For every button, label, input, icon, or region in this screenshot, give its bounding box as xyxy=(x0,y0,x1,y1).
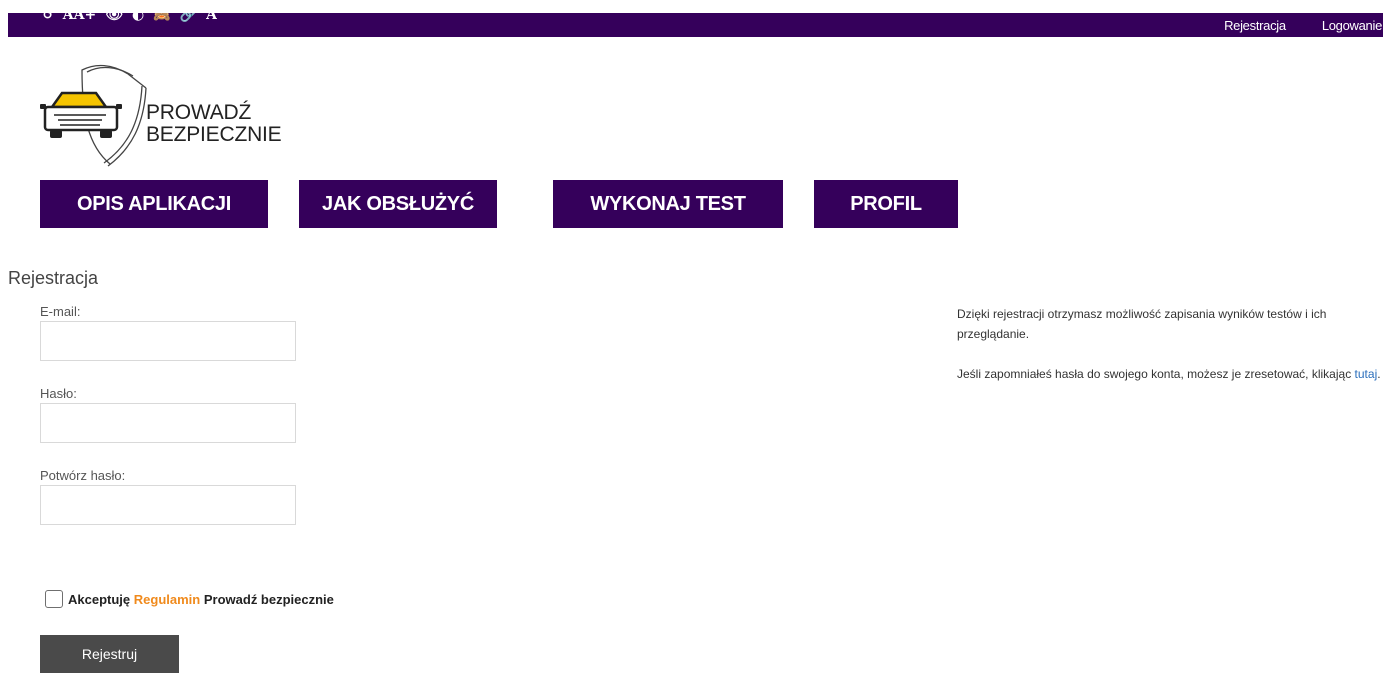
shield-car-icon xyxy=(40,64,147,167)
register-button[interactable]: Rejestruj xyxy=(40,635,179,673)
reset-suffix: . xyxy=(1377,367,1381,381)
accept-prefix: Akceptuję xyxy=(68,591,131,607)
nav-jak-obsluzyc[interactable]: JAK OBSŁUŻYĆ xyxy=(299,180,497,228)
reset-prefix: Jeśli zapomniałeś hasła do swojego konta… xyxy=(957,367,1352,381)
password-reset-text: Jeśli zapomniałeś hasła do swojego konta… xyxy=(957,364,1381,384)
confirm-password-label: Potwórz hasło: xyxy=(40,468,126,483)
register-link[interactable]: Rejestracja xyxy=(1224,18,1286,33)
top-bar: ↺ AA+ 👁 ◐ 🙈 🔗 A Rejestracja Logowanie xyxy=(8,13,1383,37)
account-links: Rejestracja Logowanie xyxy=(1224,13,1383,37)
email-field[interactable] xyxy=(40,321,296,361)
password-label: Hasło: xyxy=(40,386,77,401)
nav-wykonaj-test[interactable]: WYKONAJ TEST xyxy=(553,180,783,228)
registration-benefit-text: Dzięki rejestracji otrzymasz możliwość z… xyxy=(957,307,1327,341)
link-icon[interactable]: 🔗 xyxy=(180,13,197,24)
terms-acceptance: Akceptuję Regulamin Prowadź bezpiecznie xyxy=(45,590,334,608)
confirm-password-field[interactable] xyxy=(40,485,296,525)
email-label: E-mail: xyxy=(40,304,81,319)
eye-icon[interactable]: 👁 xyxy=(105,13,123,24)
eye-slash-icon[interactable]: 🙈 xyxy=(153,13,170,24)
accept-suffix: Prowadź bezpiecznie xyxy=(203,591,334,607)
nav-profil[interactable]: PROFIL xyxy=(814,180,958,228)
reset-link[interactable]: tutaj xyxy=(1355,367,1378,381)
terms-checkbox[interactable] xyxy=(45,590,63,608)
accessibility-toolbar: ↺ AA+ 👁 ◐ 🙈 🔗 A xyxy=(42,13,217,24)
contrast-icon[interactable]: ◐ xyxy=(132,13,144,24)
login-link[interactable]: Logowanie xyxy=(1322,18,1382,33)
font-size-icon[interactable]: AA+ xyxy=(63,13,96,24)
password-field[interactable] xyxy=(40,403,296,443)
terms-link[interactable]: Regulamin xyxy=(134,592,200,607)
logo-line-1: PROWADŹ xyxy=(146,101,252,124)
logo-line-2: BEZPIECZNIE xyxy=(146,123,282,146)
logo-text: PROWADŹ BEZPIECZNIE xyxy=(146,102,282,146)
nav-opis-aplikacji[interactable]: OPIS APLIKACJI xyxy=(40,180,268,228)
font-icon[interactable]: A xyxy=(206,13,217,24)
undo-icon[interactable]: ↺ xyxy=(42,13,54,24)
form-title: Rejestracja xyxy=(8,268,99,288)
logo[interactable]: PROWADŹ BEZPIECZNIE xyxy=(40,60,300,170)
